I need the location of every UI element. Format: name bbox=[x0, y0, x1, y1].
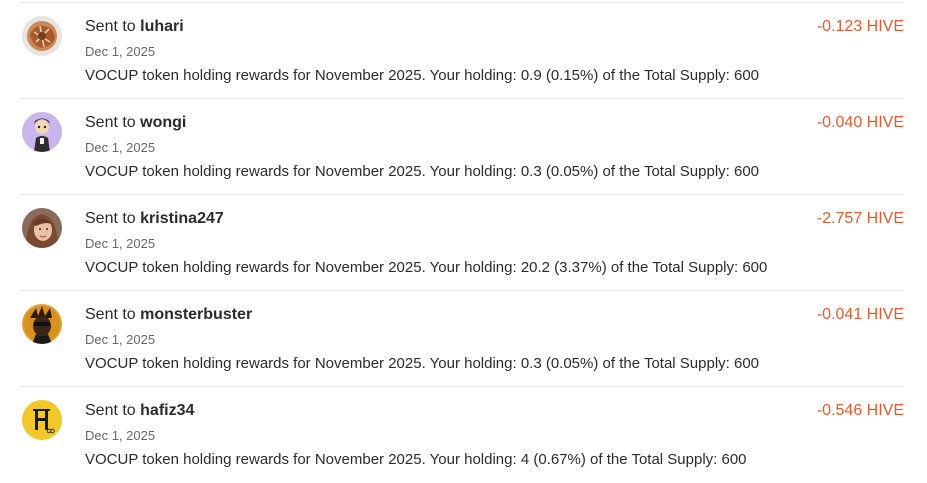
recipient-username[interactable]: kristina247 bbox=[140, 210, 224, 227]
recipient-username[interactable]: monsterbuster bbox=[140, 306, 252, 323]
user-avatar-kristina247-icon[interactable] bbox=[22, 208, 62, 248]
transaction-item[interactable]: Sent to kristina247 Dec 1, 2025 VOCUP to… bbox=[20, 195, 904, 291]
transaction-amount: -2.757 HIVE bbox=[816, 210, 904, 227]
transaction-memo: VOCUP token holding rewards for November… bbox=[85, 355, 760, 372]
transaction-amount: -0.040 HIVE bbox=[816, 114, 904, 131]
transaction-item[interactable]: Sent to hafiz34 Dec 1, 2025 VOCUP token … bbox=[20, 387, 904, 483]
recipient-username[interactable]: luhari bbox=[140, 18, 184, 35]
transaction-prefix: Sent to bbox=[85, 18, 136, 35]
transaction-memo: VOCUP token holding rewards for November… bbox=[85, 259, 768, 276]
user-avatar-hafiz34-icon[interactable] bbox=[22, 400, 62, 440]
transaction-title: Sent to wongi bbox=[85, 114, 186, 132]
transaction-date: Dec 1, 2025 bbox=[85, 236, 156, 251]
transaction-title: Sent to hafiz34 bbox=[85, 402, 194, 420]
transaction-memo: VOCUP token holding rewards for November… bbox=[85, 163, 760, 180]
user-avatar-wongi-icon[interactable] bbox=[22, 112, 62, 152]
transaction-prefix: Sent to bbox=[85, 114, 136, 131]
transaction-memo: VOCUP token holding rewards for November… bbox=[85, 451, 747, 468]
transaction-date: Dec 1, 2025 bbox=[85, 428, 156, 443]
transaction-amount: -0.546 HIVE bbox=[816, 402, 904, 419]
transaction-amount: -0.041 HIVE bbox=[816, 306, 904, 323]
transaction-amount: -0.123 HIVE bbox=[816, 18, 904, 35]
transaction-title: Sent to monsterbuster bbox=[85, 306, 252, 324]
transaction-prefix: Sent to bbox=[85, 402, 136, 419]
transaction-title: Sent to kristina247 bbox=[85, 210, 224, 228]
transaction-item[interactable]: Sent to luhari Dec 1, 2025 VOCUP token h… bbox=[20, 3, 904, 99]
transaction-date: Dec 1, 2025 bbox=[85, 332, 156, 347]
transaction-prefix: Sent to bbox=[85, 306, 136, 323]
transaction-memo: VOCUP token holding rewards for November… bbox=[85, 67, 760, 84]
transaction-item[interactable]: Sent to monsterbuster Dec 1, 2025 VOCUP … bbox=[20, 291, 904, 387]
transaction-date: Dec 1, 2025 bbox=[85, 44, 156, 59]
recipient-username[interactable]: wongi bbox=[140, 114, 186, 131]
transaction-title: Sent to luhari bbox=[85, 18, 184, 36]
transaction-item[interactable]: Sent to wongi Dec 1, 2025 VOCUP token ho… bbox=[20, 99, 904, 195]
recipient-username[interactable]: hafiz34 bbox=[140, 402, 194, 419]
user-avatar-monsterbuster-icon[interactable] bbox=[22, 304, 62, 344]
transaction-prefix: Sent to bbox=[85, 210, 136, 227]
transaction-date: Dec 1, 2025 bbox=[85, 140, 156, 155]
user-avatar-luhari-icon[interactable] bbox=[22, 16, 62, 56]
